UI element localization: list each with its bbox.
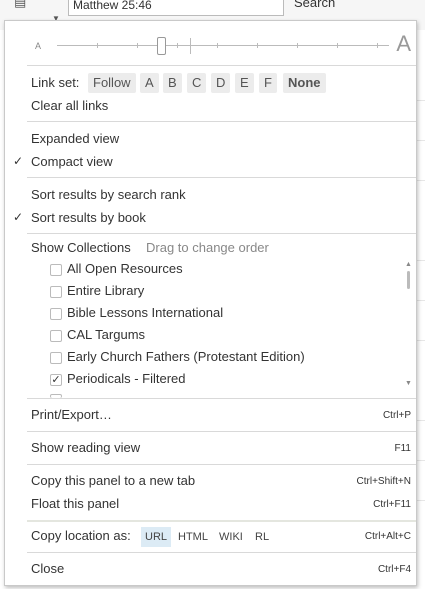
slider-thumb[interactable]	[157, 37, 166, 55]
copy-format-rl[interactable]: RL	[251, 527, 273, 547]
show-reading-view-item[interactable]: Show reading view	[31, 440, 140, 455]
collections-hint: Drag to change order	[146, 240, 269, 255]
separator	[27, 177, 416, 178]
collection-checkbox[interactable]	[50, 330, 62, 342]
collection-item[interactable]: CAL Targums	[67, 327, 145, 342]
copy-location-label: Copy location as:	[31, 528, 131, 543]
link-set-none[interactable]: None	[283, 73, 326, 93]
link-set-e[interactable]: E	[235, 73, 254, 93]
float-panel-item[interactable]: Float this panel	[31, 496, 119, 511]
collection-item[interactable]: Periodicals - Filtered	[67, 371, 186, 386]
expanded-view-item[interactable]: Expanded view	[31, 131, 119, 146]
scroll-up-icon[interactable]: ▲	[405, 261, 412, 268]
link-set-c[interactable]: C	[187, 73, 207, 93]
separator	[27, 552, 416, 553]
font-size-small-label: A	[35, 41, 42, 51]
sort-by-book-item[interactable]: Sort results by book	[31, 210, 146, 225]
collection-item[interactable]: All Open Resources	[67, 261, 183, 276]
shortcut-label: Ctrl+F11	[373, 499, 411, 510]
link-set-b[interactable]: B	[163, 73, 182, 93]
shortcut-label: Ctrl+Shift+N	[356, 476, 411, 487]
collection-checkbox-checked[interactable]: ✓	[50, 374, 62, 386]
shortcut-label: Ctrl+Alt+C	[364, 531, 411, 542]
collections-title: Show Collections	[31, 240, 131, 255]
compact-view-item[interactable]: Compact view	[31, 154, 113, 169]
check-icon: ✓	[13, 210, 24, 224]
collection-checkbox[interactable]	[50, 286, 62, 298]
separator	[27, 121, 416, 122]
shortcut-label: Ctrl+F4	[377, 564, 411, 575]
close-item[interactable]: Close	[31, 561, 64, 576]
search-button[interactable]: Search	[294, 0, 335, 10]
separator	[27, 431, 416, 432]
link-set-label: Link set:	[31, 75, 80, 90]
collection-checkbox[interactable]	[50, 352, 62, 364]
separator	[27, 398, 416, 399]
scroll-down-icon[interactable]: ▼	[405, 380, 412, 387]
bible-book-icon[interactable]: ▤	[14, 0, 36, 9]
link-set-a[interactable]: A	[140, 73, 159, 93]
copy-format-wiki[interactable]: WIKI	[215, 527, 247, 547]
collection-item[interactable]: Entire Library	[67, 283, 144, 298]
shortcut-label: Ctrl+P	[382, 410, 411, 421]
copy-format-url[interactable]: URL	[141, 527, 172, 547]
separator	[27, 65, 416, 66]
panel-menu: A A Link set: Follow A B C D E F None Cl…	[4, 20, 417, 586]
collection-item[interactable]: Bible Lessons International	[67, 305, 223, 320]
separator	[27, 233, 416, 234]
font-size-large-label: A	[396, 31, 411, 56]
clear-all-links[interactable]: Clear all links	[31, 98, 108, 113]
separator	[27, 464, 416, 465]
separator	[27, 520, 416, 522]
print-export-item[interactable]: Print/Export…	[31, 407, 112, 422]
collection-checkbox[interactable]	[50, 264, 62, 276]
copy-format-html[interactable]: HTML	[174, 527, 212, 547]
link-set-d[interactable]: D	[211, 73, 231, 93]
collection-checkbox[interactable]	[50, 308, 62, 320]
font-size-slider[interactable]	[57, 37, 389, 55]
shortcut-label: F11	[394, 443, 412, 454]
scrollbar-thumb[interactable]	[407, 271, 410, 289]
sort-by-rank-item[interactable]: Sort results by search rank	[31, 187, 186, 202]
link-set-follow[interactable]: Follow	[88, 73, 136, 93]
copy-panel-item[interactable]: Copy this panel to a new tab	[31, 473, 195, 488]
collection-item[interactable]: Early Church Fathers (Protestant Edition…	[67, 349, 305, 364]
check-icon: ✓	[13, 154, 24, 168]
link-set-f[interactable]: F	[259, 73, 277, 93]
search-input[interactable]: Matthew 25:46	[68, 0, 284, 16]
